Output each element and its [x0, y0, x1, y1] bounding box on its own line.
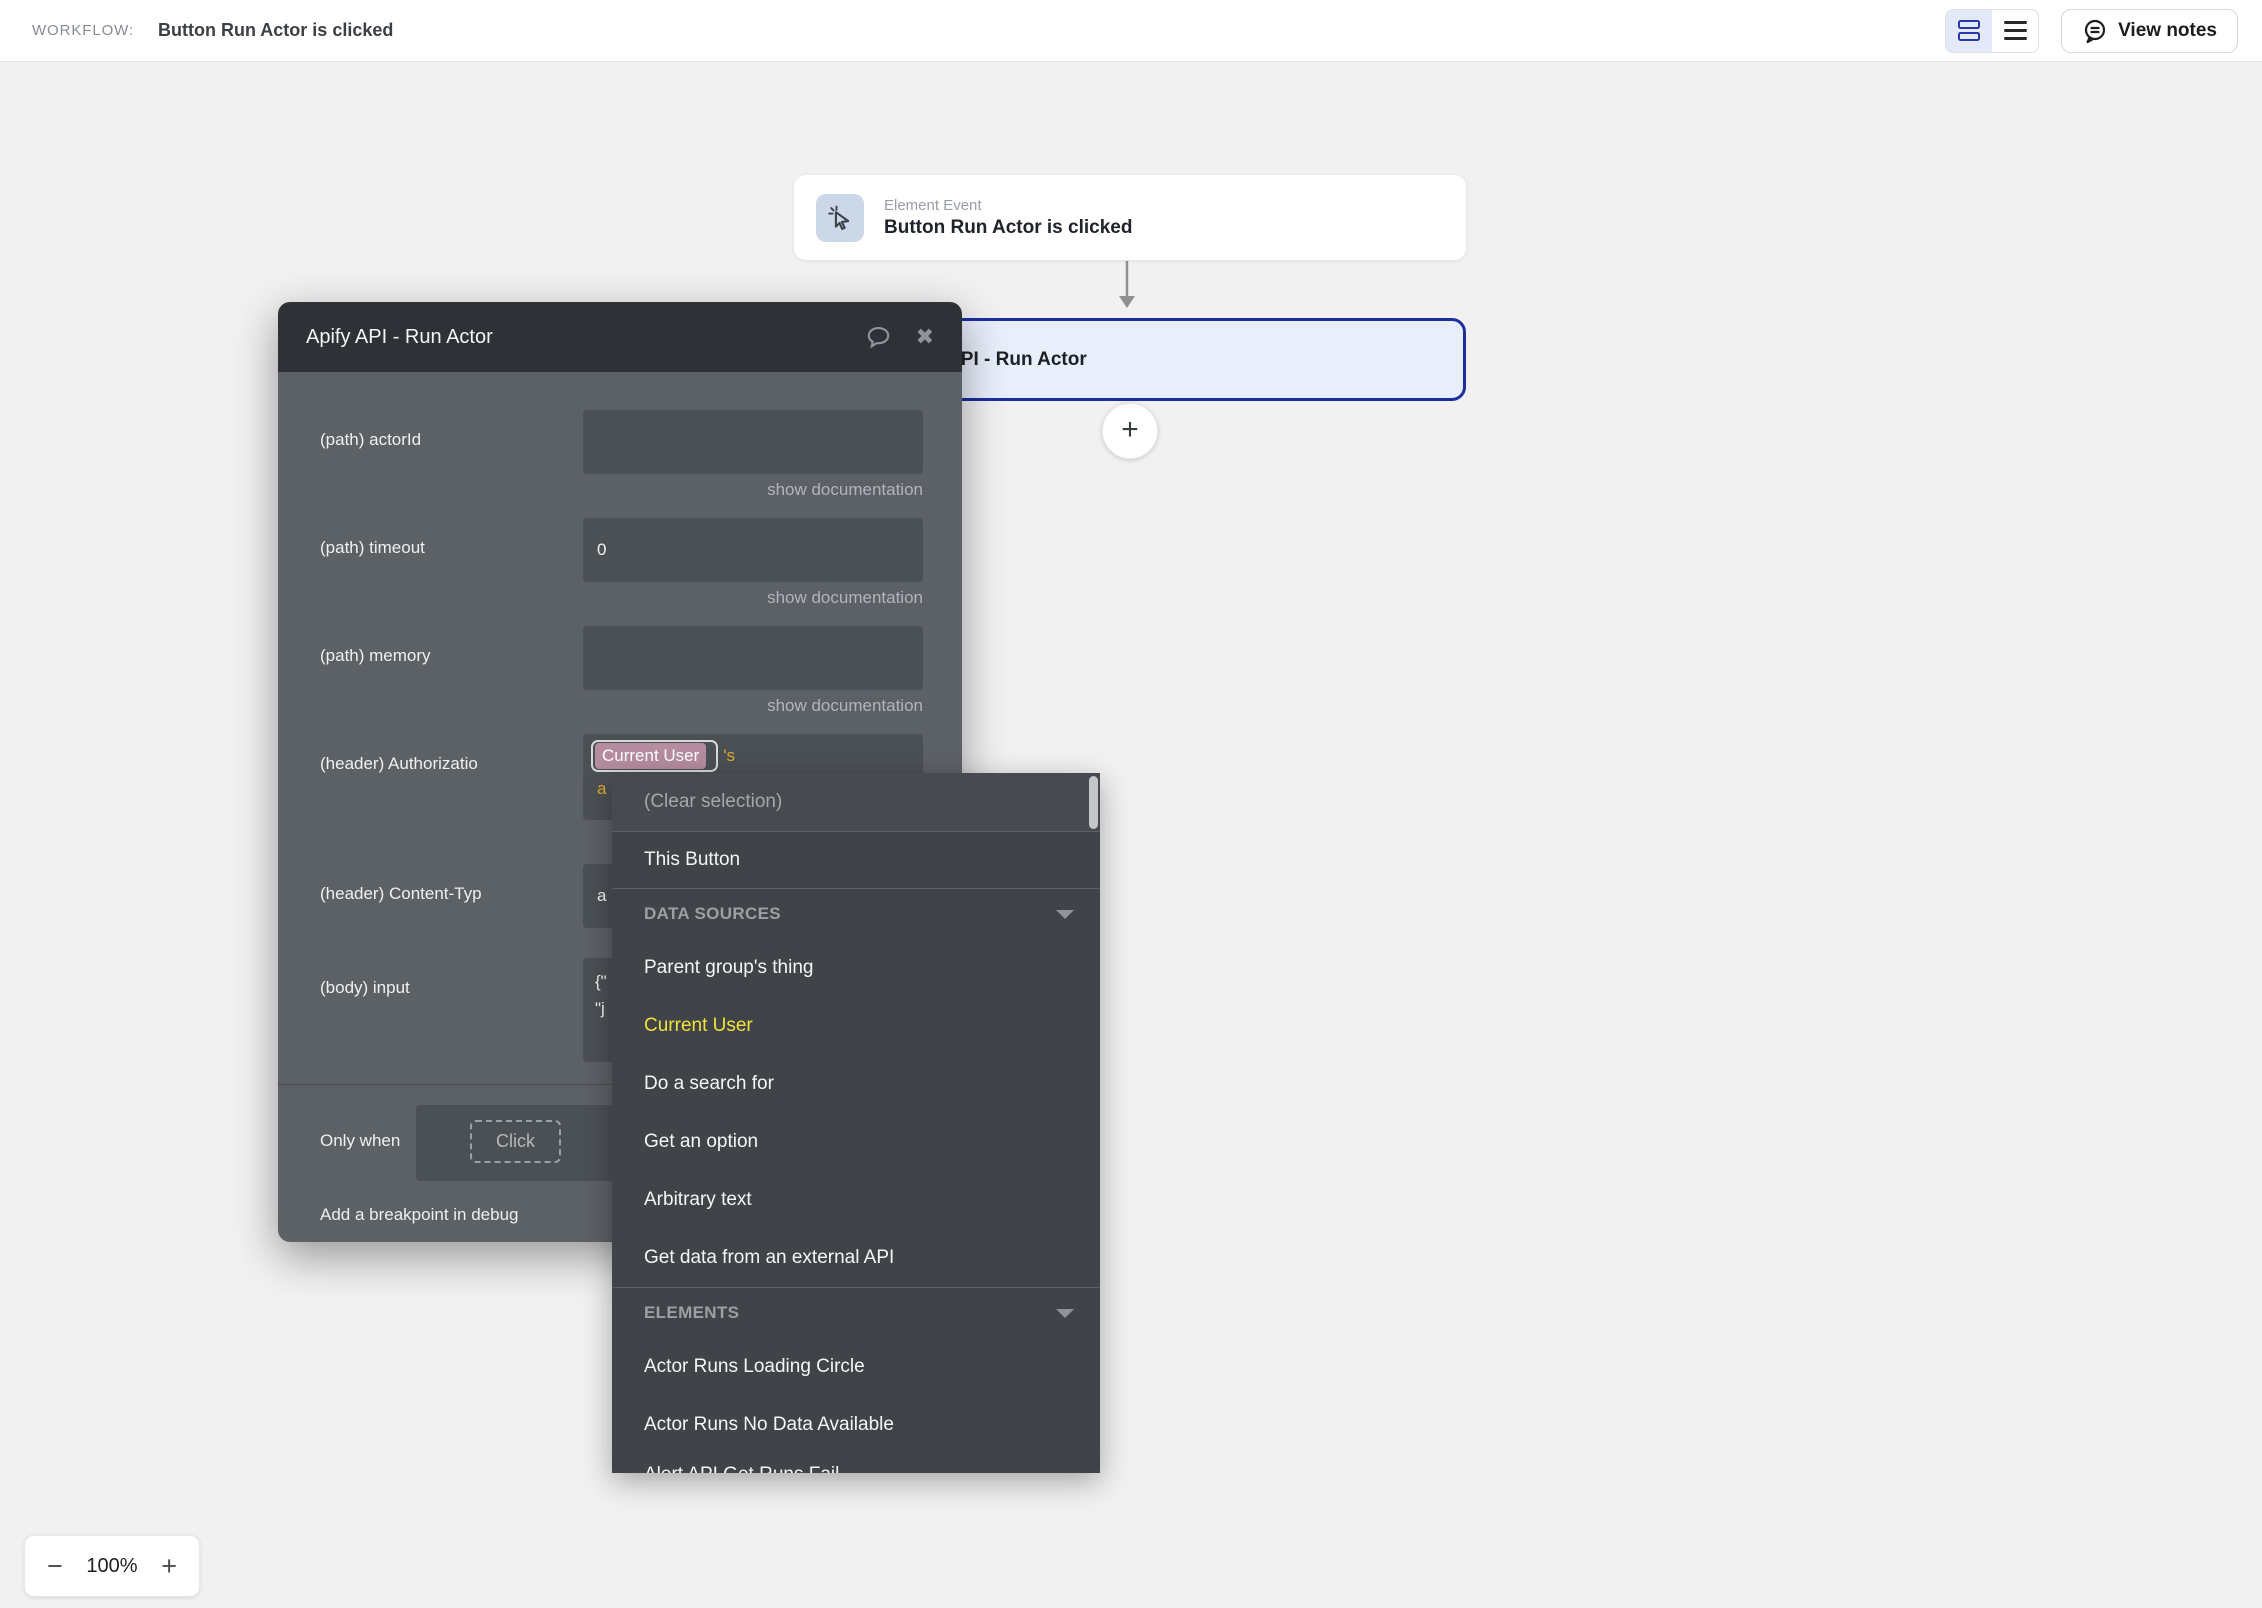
add-step-button[interactable]: + — [1102, 403, 1158, 459]
close-icon[interactable]: ✖ — [916, 326, 934, 348]
field-label: (body) input — [320, 958, 583, 1062]
dropdown-item[interactable]: Arbitrary text — [612, 1171, 1100, 1229]
field-label: (path) actorId — [320, 410, 583, 518]
chevron-down-icon — [1056, 1309, 1074, 1318]
zoom-out-button[interactable]: − — [47, 1553, 63, 1580]
list-view-icon — [2004, 21, 2027, 40]
only-when-label: Only when — [320, 1105, 416, 1181]
card-view-button[interactable] — [1946, 10, 1992, 52]
dropdown-item[interactable]: Get an option — [612, 1113, 1100, 1171]
show-documentation-link[interactable]: show documentation — [583, 480, 923, 500]
dropdown-item-clear-selection[interactable]: (Clear selection) — [612, 773, 1100, 831]
click-condition-chip[interactable]: Click — [470, 1120, 561, 1163]
notes-bubble-icon — [2082, 18, 2108, 44]
memory-input[interactable] — [583, 626, 923, 690]
topbar-actions: View notes — [1945, 9, 2238, 53]
zoom-in-button[interactable]: + — [161, 1553, 177, 1580]
canvas-zoom-control: − 100% + — [24, 1535, 200, 1597]
section-header-label: DATA SOURCES — [644, 904, 781, 924]
zoom-level: 100% — [86, 1555, 137, 1578]
comment-icon[interactable] — [865, 324, 892, 351]
field-label: (header) Content-Typ — [320, 864, 583, 928]
event-title: Button Run Actor is clicked — [884, 217, 1132, 239]
section-header-label: ELEMENTS — [644, 1303, 739, 1323]
field-label: (header) Authorizatio — [320, 734, 583, 820]
card-view-icon — [1958, 20, 1980, 41]
dropdown-item[interactable]: Alert API Get Runs Fail — [612, 1454, 1100, 1473]
dropdown-item[interactable]: Actor Runs Loading Circle — [612, 1338, 1100, 1396]
dropdown-item[interactable]: Get data from an external API — [612, 1229, 1100, 1287]
expression-dropdown: (Clear selection) This Button DATA SOURC… — [612, 773, 1100, 1473]
show-documentation-link[interactable]: show documentation — [583, 696, 923, 716]
panel-title: Apify API - Run Actor — [306, 326, 865, 349]
token-label: Current User — [595, 743, 706, 769]
dropdown-item[interactable]: Parent group's thing — [612, 939, 1100, 997]
dropdown-section-data-sources[interactable]: DATA SOURCES — [612, 889, 1100, 939]
expression-suffix: 's — [723, 746, 735, 765]
current-user-token[interactable]: Current User — [591, 740, 718, 772]
workflow-editor: WORKFLOW: Button Run Actor is clicked Vi… — [0, 0, 2262, 1608]
view-notes-label: View notes — [2118, 20, 2217, 42]
field-row-timeout: (path) timeout 0 show documentation — [320, 518, 923, 626]
event-card[interactable]: Element Event Button Run Actor is clicke… — [794, 175, 1466, 260]
event-card-text: Element Event Button Run Actor is clicke… — [884, 197, 1132, 239]
workflow-title: Button Run Actor is clicked — [158, 20, 393, 41]
dropdown-item[interactable]: Actor Runs No Data Available — [612, 1396, 1100, 1454]
view-mode-toggle — [1945, 9, 2039, 53]
chevron-down-icon — [1056, 910, 1074, 919]
dropdown-item[interactable]: Do a search for — [612, 1055, 1100, 1113]
view-notes-button[interactable]: View notes — [2061, 9, 2238, 53]
field-row-actorid: (path) actorId show documentation — [320, 410, 923, 518]
panel-header: Apify API - Run Actor ✖ — [278, 302, 962, 372]
timeout-input[interactable]: 0 — [583, 518, 923, 582]
cursor-click-icon — [816, 194, 864, 242]
dropdown-item-this-button[interactable]: This Button — [612, 832, 1100, 888]
list-view-button[interactable] — [1992, 10, 2038, 52]
dropdown-scrollbar-thumb[interactable] — [1089, 776, 1098, 829]
dropdown-section-elements[interactable]: ELEMENTS — [612, 1288, 1100, 1338]
field-label: (path) memory — [320, 626, 583, 734]
field-label: (path) timeout — [320, 518, 583, 626]
show-documentation-link[interactable]: show documentation — [583, 588, 923, 608]
connector-arrow-icon — [1115, 261, 1139, 309]
workflow-label: WORKFLOW: — [32, 22, 134, 39]
field-row-memory: (path) memory show documentation — [320, 626, 923, 734]
actorid-input[interactable] — [583, 410, 923, 474]
topbar: WORKFLOW: Button Run Actor is clicked Vi… — [0, 0, 2262, 62]
event-kind-label: Element Event — [884, 197, 1132, 214]
dropdown-item-current-user[interactable]: Current User — [612, 997, 1100, 1055]
